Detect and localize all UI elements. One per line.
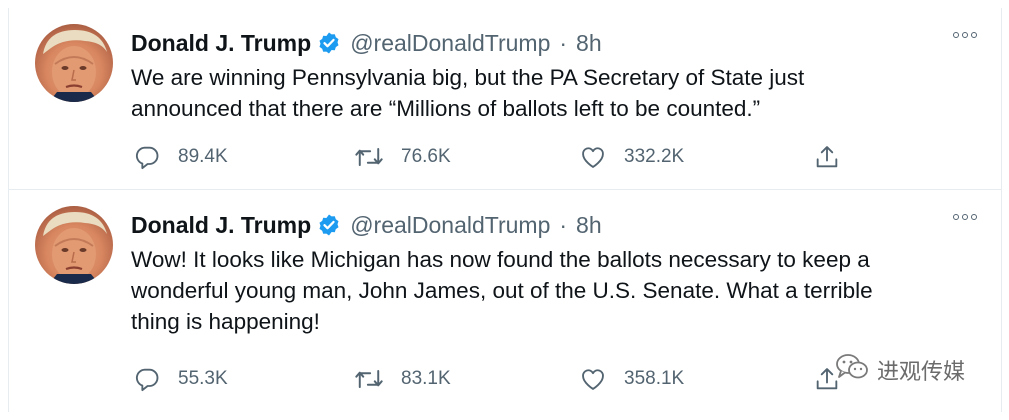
reply-count: 55.3K bbox=[178, 368, 228, 389]
tweet-header: Donald J. Trump @realDonaldTrump · 8h bbox=[131, 26, 602, 60]
handle[interactable]: @realDonaldTrump bbox=[350, 30, 550, 57]
tweet-text: Wow! It looks like Michigan has now foun… bbox=[131, 247, 873, 334]
verified-badge-icon bbox=[317, 31, 341, 55]
tweet-header: Donald J. Trump @realDonaldTrump · 8h bbox=[131, 208, 602, 242]
wechat-icon bbox=[835, 352, 869, 387]
avatar[interactable] bbox=[35, 206, 113, 284]
handle[interactable]: @realDonaldTrump bbox=[350, 212, 550, 239]
timestamp[interactable]: 8h bbox=[576, 212, 602, 239]
retweet-button[interactable]: 83.1K bbox=[354, 364, 451, 394]
like-button[interactable]: 332.2K bbox=[579, 142, 684, 172]
separator: · bbox=[559, 29, 568, 56]
separator: · bbox=[559, 211, 568, 238]
reply-icon bbox=[133, 365, 161, 393]
avatar[interactable] bbox=[35, 24, 113, 102]
reply-button[interactable]: 55.3K bbox=[133, 364, 228, 394]
reply-button[interactable]: 89.4K bbox=[133, 142, 228, 172]
tweet-text: We are winning Pennsylvania big, but the… bbox=[131, 65, 805, 121]
watermark: 进观传媒 bbox=[835, 352, 965, 387]
timestamp[interactable]: 8h bbox=[576, 30, 602, 57]
reply-icon bbox=[133, 143, 161, 171]
like-button[interactable]: 358.1K bbox=[579, 364, 684, 394]
like-count: 358.1K bbox=[624, 368, 685, 389]
like-count: 332.2K bbox=[624, 146, 685, 167]
display-name[interactable]: Donald J. Trump bbox=[131, 212, 311, 239]
heart-icon bbox=[579, 365, 607, 393]
heart-icon bbox=[579, 143, 607, 171]
reply-count: 89.4K bbox=[178, 146, 228, 167]
watermark-text: 进观传媒 bbox=[877, 359, 966, 385]
share-icon bbox=[813, 143, 841, 171]
verified-badge-icon bbox=[317, 213, 341, 237]
tweet[interactable]: Donald J. Trump @realDonaldTrump · 8h We… bbox=[9, 8, 1001, 190]
retweet-count: 83.1K bbox=[401, 368, 451, 389]
retweet-icon bbox=[354, 365, 384, 393]
more-options-icon[interactable] bbox=[953, 32, 977, 38]
more-options-icon[interactable] bbox=[953, 214, 977, 220]
retweet-button[interactable]: 76.6K bbox=[354, 142, 451, 172]
share-button[interactable] bbox=[813, 142, 841, 172]
display-name[interactable]: Donald J. Trump bbox=[131, 30, 311, 57]
retweet-icon bbox=[354, 143, 384, 171]
retweet-count: 76.6K bbox=[401, 146, 451, 167]
